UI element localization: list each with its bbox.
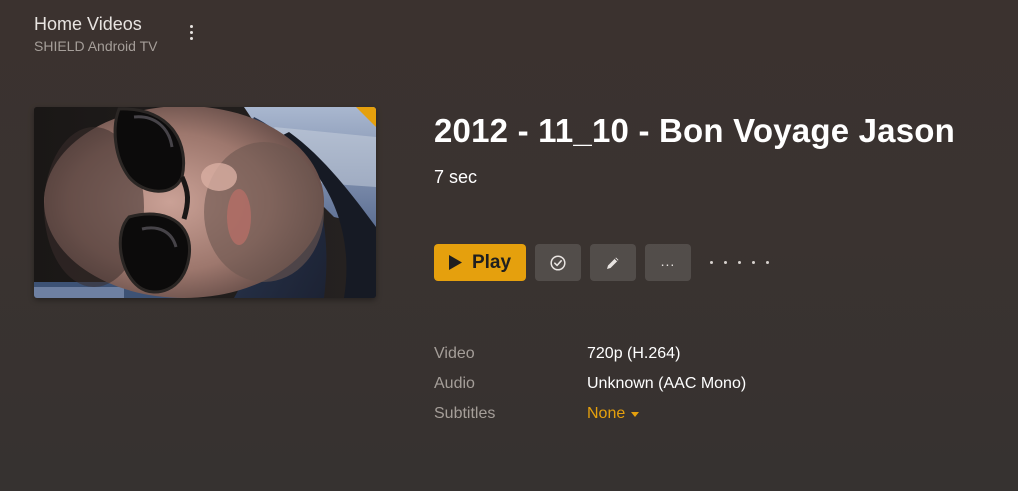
video-info-row: Video 720p (H.264) [434, 339, 746, 369]
audio-value: Unknown (AAC Mono) [587, 375, 747, 392]
rating-star[interactable] [724, 261, 727, 264]
subtitles-value: None [587, 405, 626, 422]
library-title[interactable]: Home Videos [34, 13, 157, 35]
more-vertical-icon[interactable] [181, 20, 201, 44]
check-circle-icon [550, 254, 566, 271]
duration-label: 7 sec [434, 167, 478, 187]
play-button[interactable]: Play [434, 244, 526, 281]
subtitles-dropdown[interactable]: None [587, 405, 640, 423]
audio-label: Audio [434, 375, 475, 392]
audio-info-row: Audio Unknown (AAC Mono) [434, 369, 746, 399]
pencil-icon [607, 257, 619, 269]
rating-star[interactable] [766, 261, 769, 264]
server-name: SHIELD Android TV [34, 38, 158, 54]
action-bar: Play ... [434, 244, 769, 281]
video-label: Video [434, 345, 475, 362]
star-rating[interactable] [710, 261, 769, 264]
play-icon [448, 255, 462, 270]
header: Home Videos SHIELD Android TV [34, 13, 157, 55]
unwatched-indicator [356, 107, 376, 127]
subtitles-info-row: Subtitles None [434, 399, 746, 429]
rating-star[interactable] [738, 261, 741, 264]
rating-star[interactable] [710, 261, 713, 264]
caret-down-icon [631, 411, 640, 417]
more-actions-button[interactable]: ... [645, 244, 691, 281]
video-value: 720p (H.264) [587, 345, 681, 362]
edit-button[interactable] [590, 244, 636, 281]
media-info: Video 720p (H.264) Audio Unknown (AAC Mo… [434, 339, 746, 429]
more-label: ... [660, 252, 676, 269]
mark-watched-button[interactable] [535, 244, 581, 281]
play-label: Play [471, 251, 512, 273]
subtitles-label: Subtitles [434, 405, 496, 422]
rating-star[interactable] [752, 261, 755, 264]
thumbnail-image [34, 107, 376, 298]
video-thumbnail[interactable] [34, 107, 376, 298]
page-title: 2012 - 11_10 - Bon Voyage Jason [434, 112, 956, 149]
